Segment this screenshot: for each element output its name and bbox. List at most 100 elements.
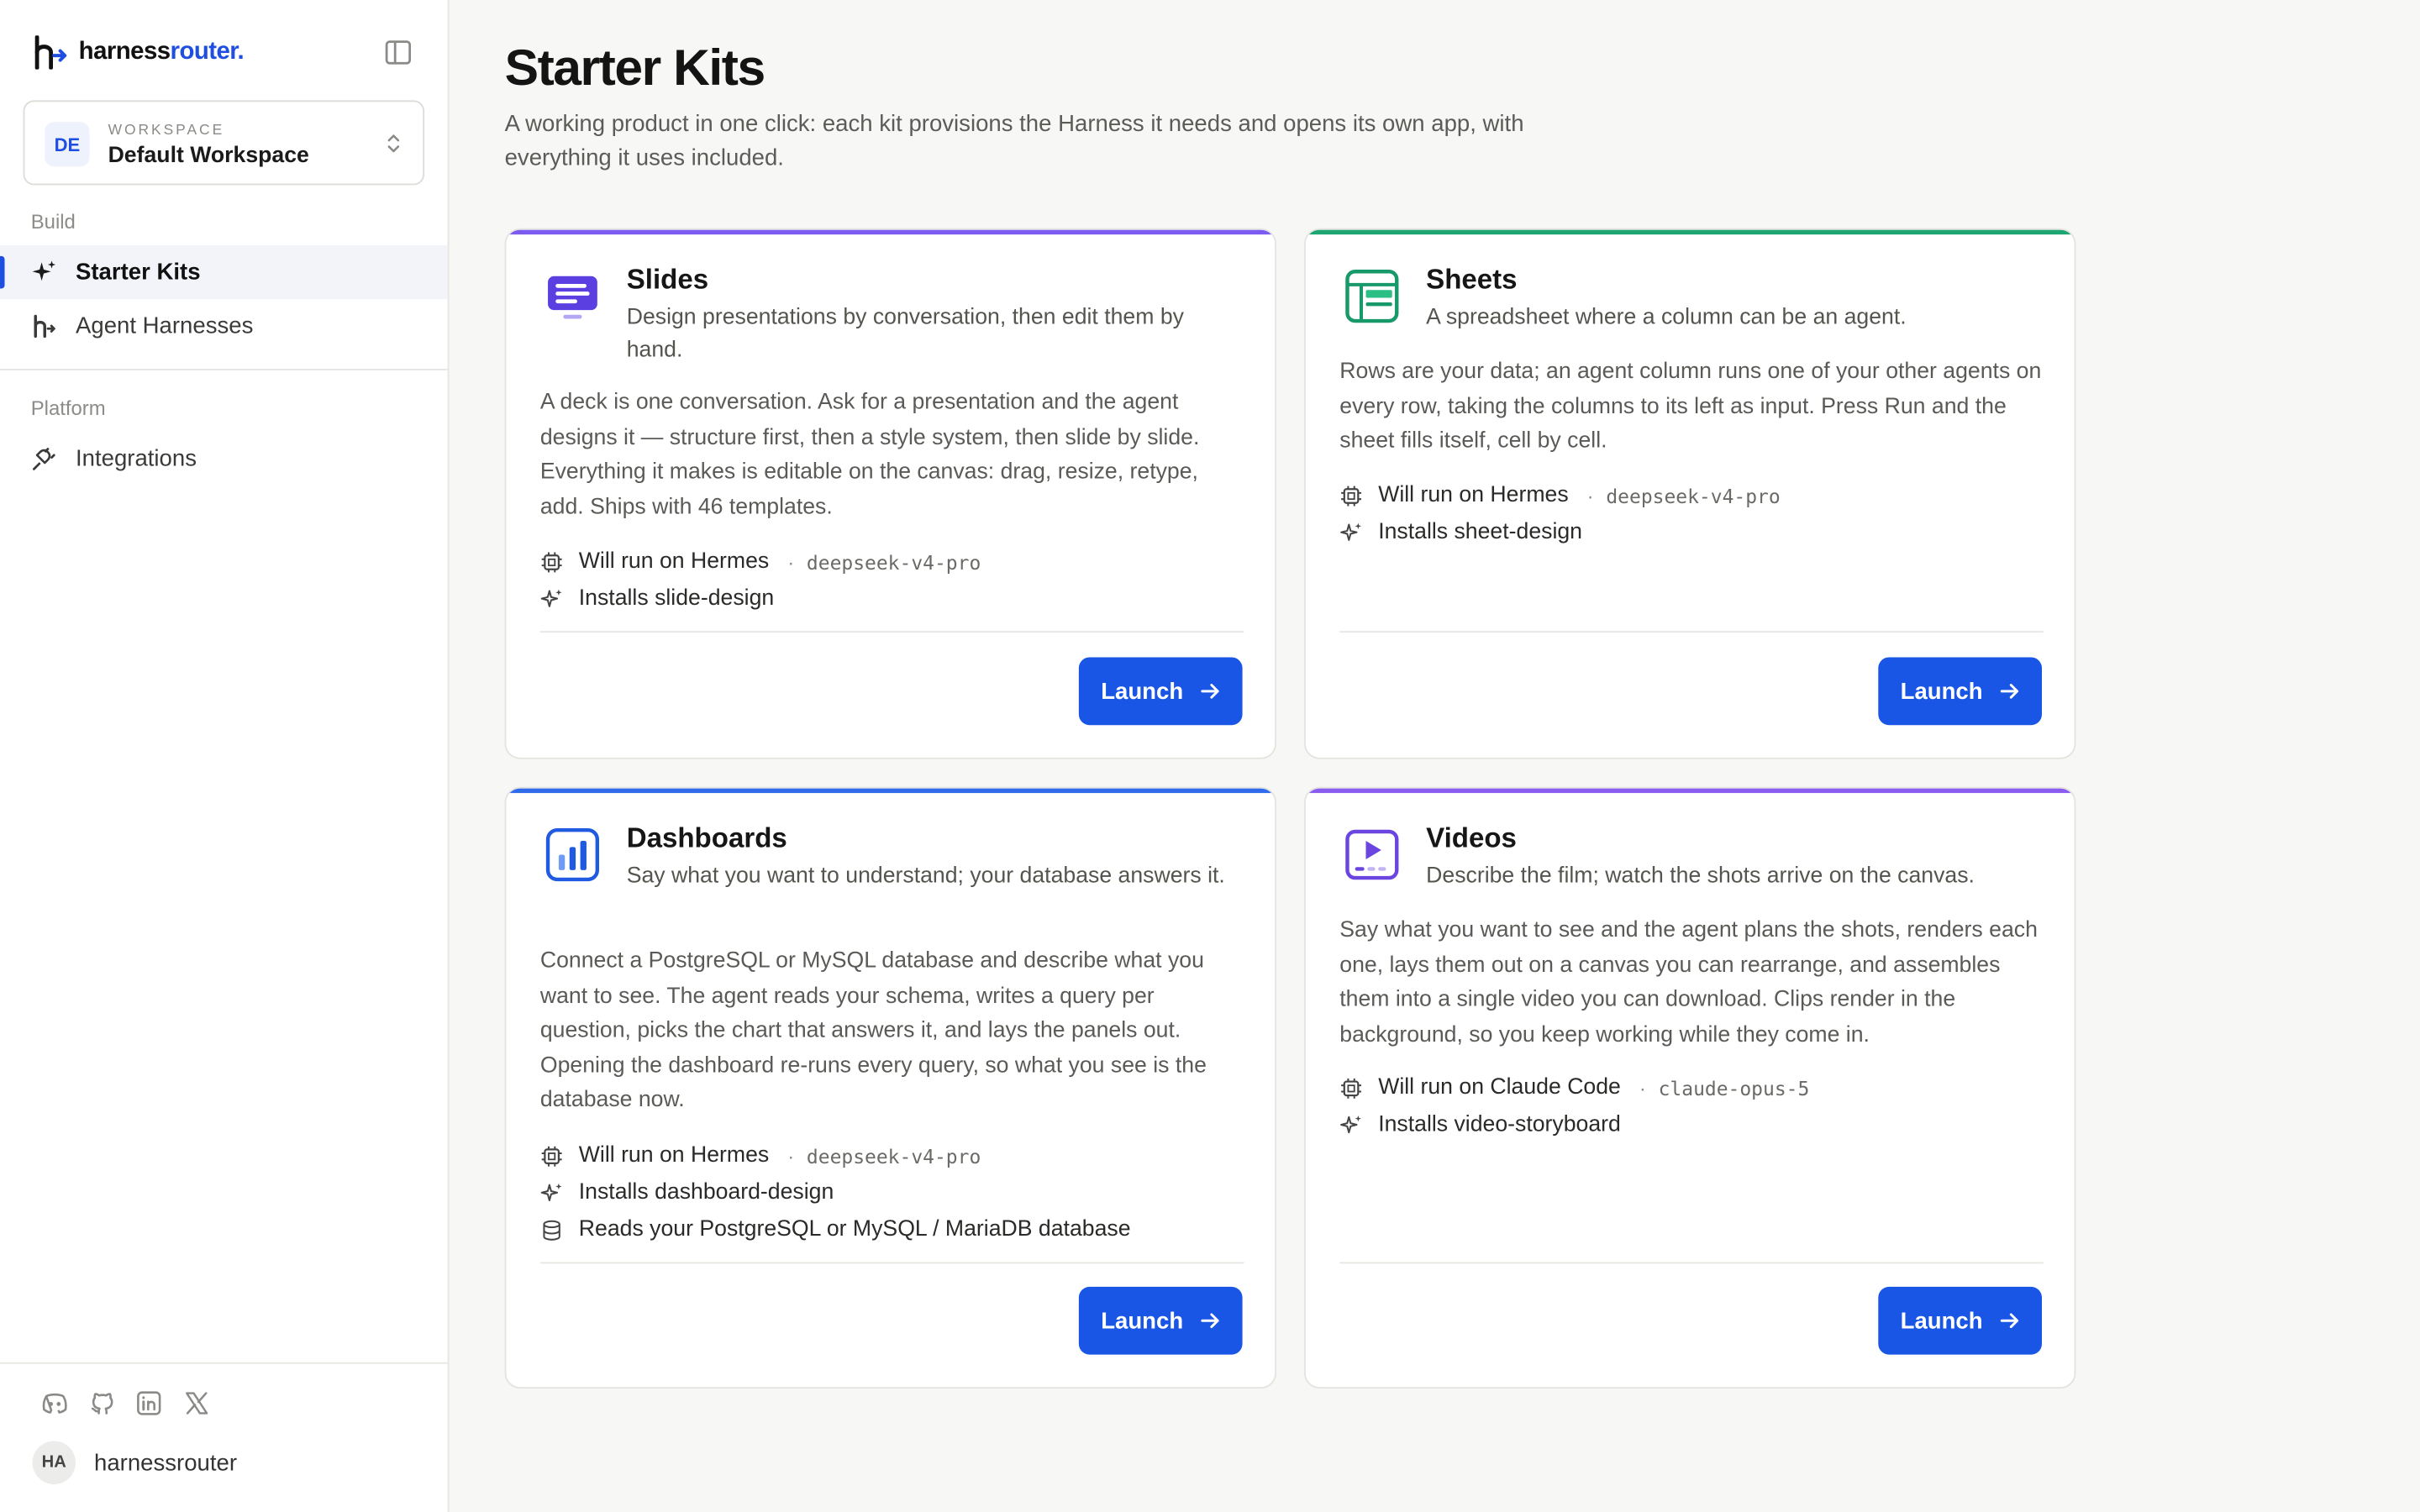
separator-dot: · [787,1143,795,1168]
card-divider [539,1262,1244,1264]
cpu-chip-icon [541,551,562,572]
model-name: deepseek-v4-pro [806,1143,981,1168]
card-divider [1339,1262,2044,1264]
installs-row: Installs slide-design [540,583,774,614]
workspace-name: Default Workspace [108,143,309,169]
sidebar-footer-divider [0,1362,448,1364]
brand-logo[interactable]: harnessrouter. [33,34,245,71]
arrow-right-icon [2000,1313,2018,1329]
separator-dot: · [1586,483,1594,507]
card-divider [1339,631,2044,633]
discord-icon[interactable] [40,1389,70,1418]
kit-tagline: Design presentations by conversation, th… [626,305,1184,363]
sidebar: harnessrouter. DE WORKSPACE Default Work… [0,0,450,1512]
cpu-chip-icon [541,1145,562,1166]
launch-button-slides[interactable]: Launch [1078,657,1243,726]
user-name[interactable]: harnessrouter [94,1451,237,1477]
workspace-caption: WORKSPACE [108,122,225,139]
kit-title: Slides [626,264,709,295]
separator-dot: · [787,549,795,574]
arrow-right-icon [1200,1313,1219,1329]
launch-label: Launch [1900,678,1983,705]
sparkles-icon [540,1182,562,1201]
linkedin-icon[interactable] [134,1389,164,1418]
card-accent-bar [1305,229,2075,235]
card-divider [539,631,1244,633]
x-icon[interactable] [182,1389,212,1418]
runtime-label: Will run on Hermes [578,1143,770,1168]
sidebar-item-integrations[interactable]: Integrations [0,432,448,486]
sheets-icon [1345,270,1399,323]
installs-label: Installs slide-design [578,585,775,612]
separator-dot: · [1639,1076,1646,1100]
chevron-up-down-icon [387,134,400,153]
kit-tagline: Describe the film; watch the shots arriv… [1426,864,1975,889]
runtime-label: Will run on Hermes [1378,482,1569,508]
workspace-avatar: DE [45,122,90,167]
database-row: Reads your PostgreSQL or MySQL / MariaDB… [540,1215,1131,1246]
installs-row: Installs sheet-design [1339,517,1582,548]
launch-button-videos[interactable]: Launch [1878,1286,2043,1355]
harness-logo-icon [34,314,56,339]
installs-label: Installs dashboard-design [578,1180,834,1205]
sidebar-item-label: Starter Kits [76,259,201,286]
workspace-switcher[interactable]: DE WORKSPACE Default Workspace [23,100,425,186]
page-subtitle: A working product in one click: each kit… [504,111,1524,171]
card-accent-bar [1305,788,2075,794]
arrow-right-icon [1200,684,1219,699]
cpu-chip-icon [1341,1077,1362,1098]
sparkles-icon [32,260,56,281]
launch-label: Launch [1101,678,1184,705]
runtime-row: Will run on Hermes · deepseek-v4-pro [540,1140,981,1171]
sparkles-icon [1340,522,1362,540]
cpu-chip-icon [1341,485,1362,506]
sidebar-item-agent-harnesses[interactable]: Agent Harnesses [0,299,448,353]
launch-label: Launch [1101,1307,1184,1334]
sidebar-item-starter-kits[interactable]: Starter Kits [0,245,448,300]
kit-description: Connect a PostgreSQL or MySQL database a… [539,948,1207,1113]
page-title: Starter Kits [504,38,766,96]
model-name: claude-opus-5 [1658,1076,1810,1100]
model-name: deepseek-v4-pro [806,549,981,574]
dashboard-chart-icon [545,827,600,882]
github-icon[interactable] [88,1389,118,1418]
brand-name: harnessrouter. [78,38,245,66]
kit-description: Say what you want to see and the agent p… [1339,917,2038,1047]
launch-button-sheets[interactable]: Launch [1878,657,2043,726]
kit-title: Videos [1426,822,1517,853]
kit-tagline: A spreadsheet where a column can be an a… [1426,305,1907,331]
sidebar-toggle-icon[interactable] [383,37,414,68]
kit-card-dashboards: Dashboards Say what you want to understa… [504,786,1276,1389]
card-accent-bar [506,788,1276,794]
kit-card-sheets: Sheets A spreadsheet where a column can … [1304,228,2076,759]
section-label-build: Build [30,209,76,234]
sidebar-item-label: Agent Harnesses [76,312,254,340]
installs-label: Installs video-storyboard [1378,1112,1621,1137]
avatar[interactable]: HA [32,1441,76,1484]
card-accent-bar [506,229,1276,235]
sidebar-divider [0,368,448,370]
runtime-row: Will run on Claude Code · claude-opus-5 [1339,1073,1809,1104]
kit-tagline: Say what you want to understand; your da… [626,864,1225,889]
sparkles-icon [540,588,562,606]
plug-icon [33,448,55,470]
installs-row: Installs video-storyboard [1339,1110,1621,1141]
kit-title: Sheets [1426,264,1518,295]
launch-label: Launch [1900,1307,1983,1334]
runtime-row: Will run on Hermes · deepseek-v4-pro [540,546,981,577]
video-play-icon [1345,829,1399,880]
installs-label: Installs sheet-design [1378,519,1582,545]
kit-title: Dashboards [626,822,787,853]
installs-row: Installs dashboard-design [540,1177,834,1208]
sidebar-item-label: Integrations [76,445,197,473]
sparkles-icon [1340,1115,1362,1133]
model-name: deepseek-v4-pro [1606,483,1781,507]
kit-description: Rows are your data; an agent column runs… [1339,359,2042,454]
kit-card-slides: Slides Design presentations by conversat… [504,228,1276,759]
database-icon [543,1219,560,1240]
harness-logo-icon [34,35,67,70]
section-label-platform: Platform [30,396,106,420]
launch-button-dashboards[interactable]: Launch [1078,1286,1243,1355]
runtime-row: Will run on Hermes · deepseek-v4-pro [1339,480,1781,511]
slides-icon [548,276,597,319]
